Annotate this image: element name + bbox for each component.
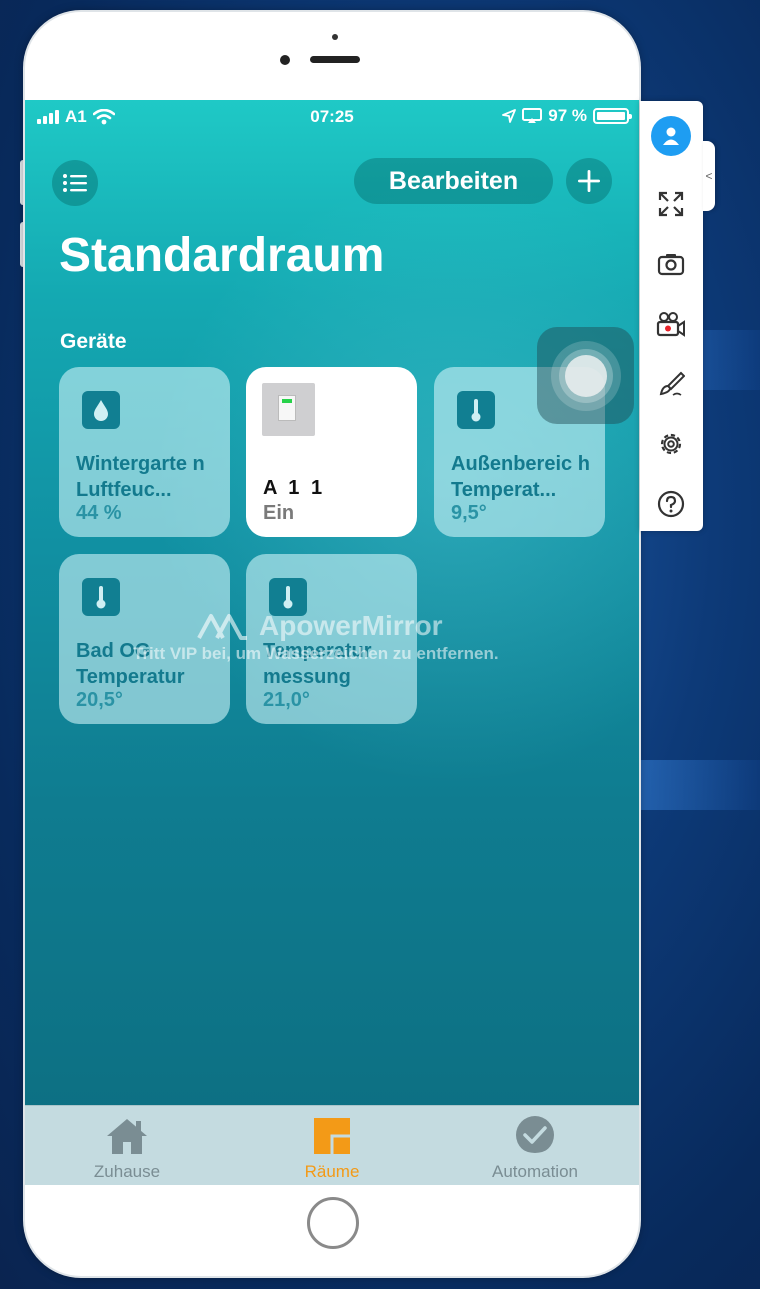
help-icon <box>657 490 685 518</box>
user-button[interactable] <box>650 115 692 157</box>
status-bar: A1 07:25 97 % <box>25 100 639 134</box>
tab-label: Räume <box>304 1162 360 1181</box>
tab-home[interactable]: Zuhause <box>47 1114 207 1182</box>
device-name: Außenbereic h Temperat... <box>451 453 590 501</box>
device-tile-switch[interactable]: A 1 1 Ein <box>246 367 417 537</box>
phone-screen: A1 07:25 97 % Bearbeiten Standardraum Ge… <box>25 100 639 1185</box>
device-value: 21,0° <box>263 689 310 711</box>
watermark-brand: ApowerMirror <box>259 610 443 641</box>
fullscreen-icon <box>658 191 684 217</box>
page-title: Standardraum <box>59 229 385 282</box>
tab-label: Zuhause <box>93 1162 161 1181</box>
earpiece-speaker <box>310 56 360 63</box>
plus-icon <box>578 170 600 192</box>
automation-icon <box>516 1116 554 1155</box>
device-value: 44 % <box>76 502 122 524</box>
mirror-side-toolbar <box>640 101 703 531</box>
device-name: A 1 1 <box>263 477 326 499</box>
proximity-sensor <box>280 55 290 65</box>
record-button[interactable] <box>650 303 692 345</box>
screenshot-button[interactable] <box>650 243 692 285</box>
front-camera <box>332 34 338 40</box>
collapse-toolbar-button[interactable]: < <box>703 141 715 211</box>
home-button[interactable] <box>307 1197 359 1249</box>
edit-button[interactable]: Bearbeiten <box>354 158 553 204</box>
device-value: Ein <box>263 502 295 524</box>
rooms-list-button[interactable] <box>52 160 98 206</box>
airplay-icon <box>522 108 543 123</box>
record-icon <box>656 312 685 337</box>
location-arrow-icon <box>502 109 517 123</box>
screenshot-icon <box>657 254 685 276</box>
watermark-subtitle: Tritt VIP bei, um Wasserzeichen zu entfe… <box>133 644 499 663</box>
tab-label: Automation <box>492 1162 578 1181</box>
device-value: 20,5° <box>76 689 123 711</box>
tab-automation[interactable]: Automation <box>455 1114 615 1182</box>
drop-icon <box>82 391 120 429</box>
apowermirror-logo-icon <box>197 614 247 640</box>
switch-icon <box>262 383 315 436</box>
device-value: 9,5° <box>451 502 487 524</box>
section-heading-devices: Geräte <box>60 330 127 353</box>
house-icon <box>107 1119 147 1154</box>
add-button[interactable] <box>566 158 612 204</box>
tab-rooms[interactable]: Räume <box>252 1114 412 1182</box>
list-icon <box>63 174 87 192</box>
rooms-icon <box>314 1118 350 1154</box>
thermometer-icon <box>82 578 120 616</box>
thermometer-icon <box>457 391 495 429</box>
settings-icon <box>660 433 682 455</box>
watermark: ApowerMirror Tritt VIP bei, um Wasserzei… <box>133 610 499 663</box>
assistive-touch-button[interactable] <box>537 327 634 424</box>
phone-frame: A1 07:25 97 % Bearbeiten Standardraum Ge… <box>25 12 639 1276</box>
brush-icon <box>659 371 685 396</box>
fullscreen-button[interactable] <box>650 183 692 225</box>
chevron-left-icon: < <box>705 169 713 183</box>
help-button[interactable] <box>650 483 692 525</box>
device-name: Wintergarte n Luftfeuc... <box>76 453 205 501</box>
user-icon <box>651 116 691 156</box>
settings-button[interactable] <box>650 423 692 465</box>
tab-bar: Zuhause Räume Automation <box>25 1105 639 1185</box>
device-tile-humidity[interactable]: Wintergarte n Luftfeuc... 44 % <box>59 367 230 537</box>
battery-icon <box>593 108 632 124</box>
battery-percent: 97 % <box>548 106 587 125</box>
brush-button[interactable] <box>650 363 692 405</box>
